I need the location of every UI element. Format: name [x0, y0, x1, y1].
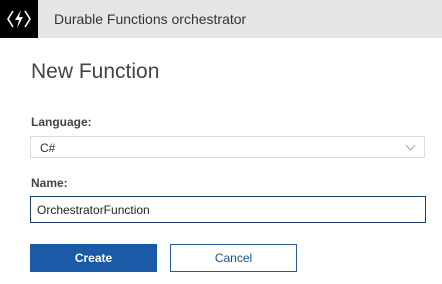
header-title: Durable Functions orchestrator: [54, 11, 247, 27]
azure-functions-logo-icon: [0, 0, 38, 38]
header-bar: Durable Functions orchestrator: [0, 0, 442, 38]
language-selected-value: C#: [40, 141, 56, 155]
chevron-down-icon: [405, 144, 416, 151]
language-label: Language:: [31, 115, 92, 129]
name-label: Name:: [31, 176, 68, 190]
language-select[interactable]: C#: [30, 136, 425, 158]
cancel-button[interactable]: Cancel: [170, 244, 297, 272]
function-name-input[interactable]: [30, 196, 426, 223]
create-button[interactable]: Create: [30, 244, 157, 272]
page-title: New Function: [31, 60, 160, 83]
